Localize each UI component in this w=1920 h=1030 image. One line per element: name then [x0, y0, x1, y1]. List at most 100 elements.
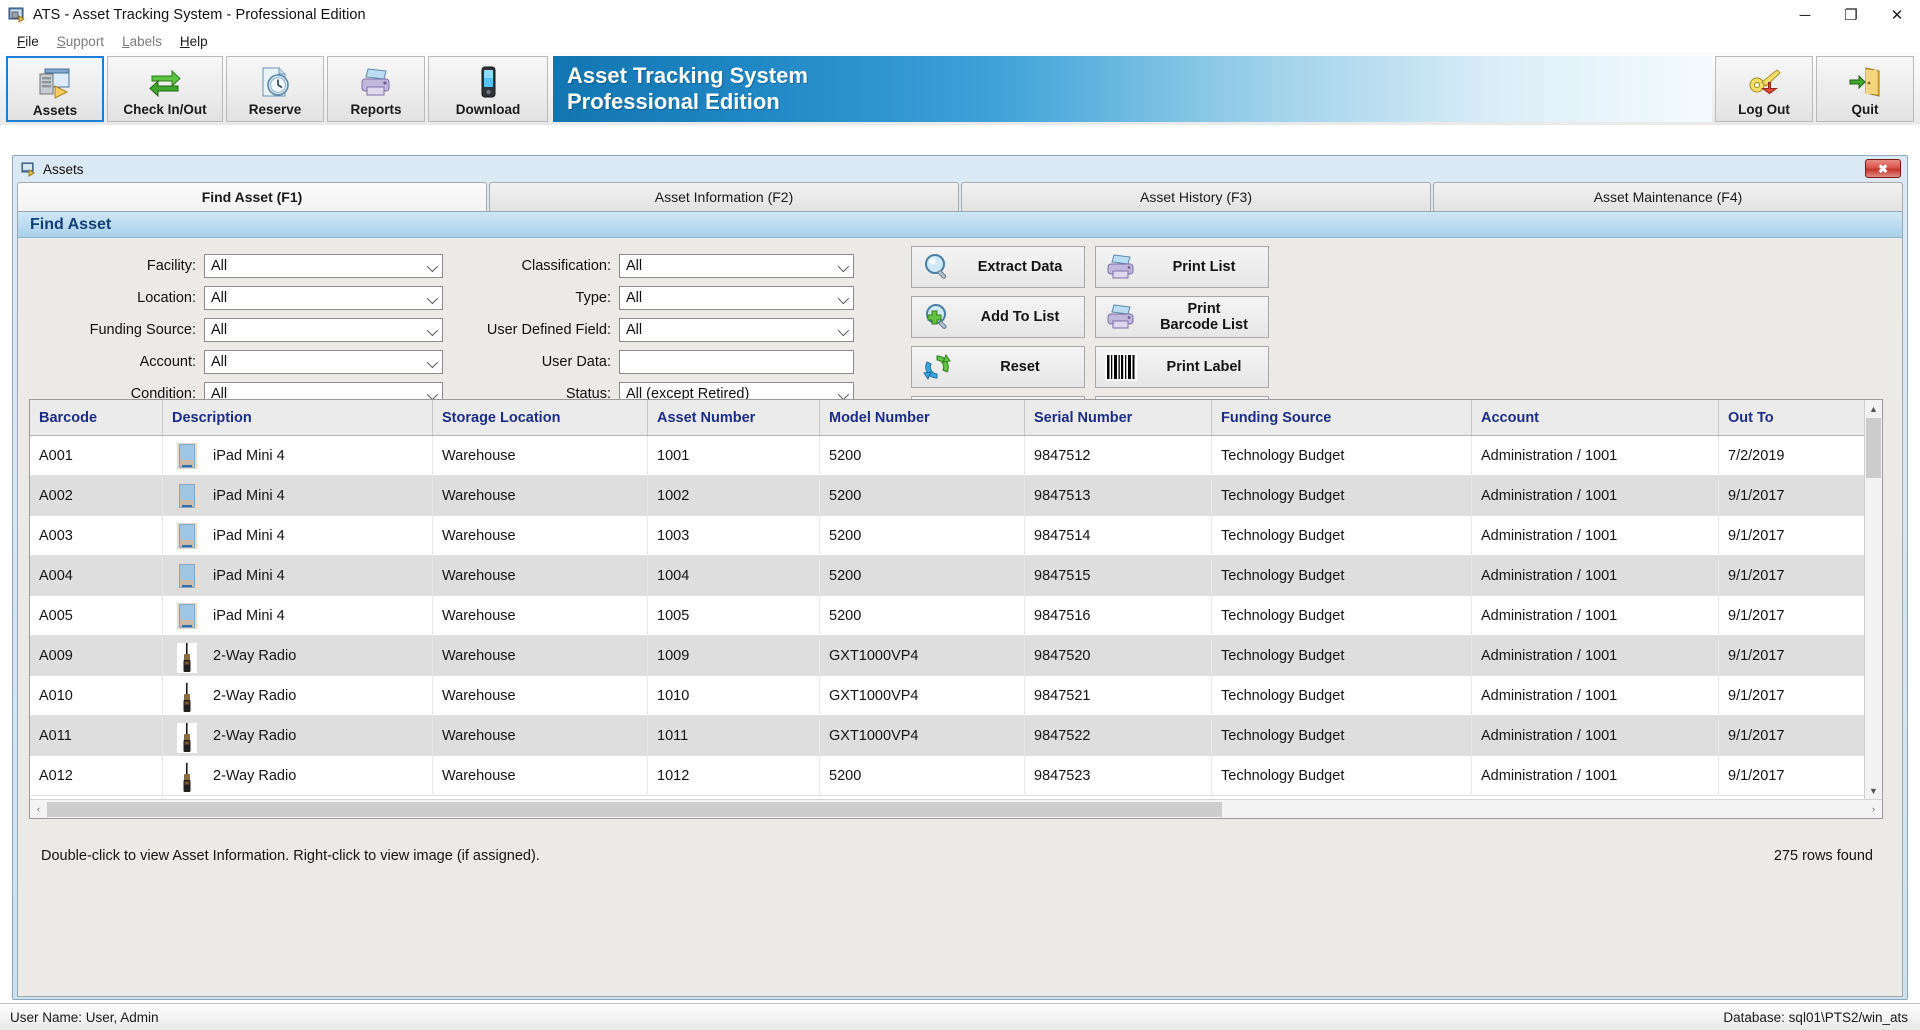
cell-barcode: A004: [30, 556, 163, 595]
tab-asset-history[interactable]: Asset History (F3): [961, 182, 1431, 211]
cell-description: 2-Way Radio: [163, 716, 433, 755]
cell-model: 5200: [820, 756, 1025, 795]
print-list-button[interactable]: Print List: [1095, 246, 1269, 288]
grid-column-header[interactable]: Asset Number: [648, 400, 820, 435]
grid-vertical-scrollbar[interactable]: ▲ ▼: [1864, 400, 1882, 818]
table-row[interactable]: A004iPad Mini 4Warehouse100452009847515T…: [30, 556, 1882, 596]
cell-account: Administration / 1001: [1472, 476, 1719, 515]
find-asset-panel: Find Asset Facility: All Location: All F…: [17, 211, 1903, 997]
cell-storage: Warehouse: [433, 756, 648, 795]
field-type: Type: All: [473, 286, 893, 310]
cell-serial: 9847516: [1025, 596, 1212, 635]
account-select[interactable]: All: [204, 350, 443, 374]
grid-column-header[interactable]: Model Number: [820, 400, 1025, 435]
table-row[interactable]: A0092-Way RadioWarehouse1009GXT1000VP498…: [30, 636, 1882, 676]
line2: Barcode List: [1160, 317, 1248, 333]
grid-column-header[interactable]: Serial Number: [1025, 400, 1212, 435]
extract-data-button[interactable]: Extract Data: [911, 246, 1085, 288]
field-label: User Data:: [473, 354, 619, 370]
cell-account: Administration / 1001: [1472, 556, 1719, 595]
cell-out-to: 7/2/2019: [1719, 436, 1866, 475]
toolbar-button-download[interactable]: Download: [428, 56, 548, 122]
user-data-input[interactable]: [619, 350, 854, 374]
toolbar-button-quit[interactable]: Quit: [1816, 56, 1914, 122]
table-row[interactable]: A003iPad Mini 4Warehouse100352009847514T…: [30, 516, 1882, 556]
cell-asset-number: 1010: [648, 676, 820, 715]
table-row[interactable]: A0112-Way RadioWarehouse1011GXT1000VP498…: [30, 716, 1882, 756]
tab-find-asset[interactable]: Find Asset (F1): [17, 182, 487, 211]
horizontal-scroll-thumb[interactable]: [47, 802, 1222, 817]
toolbar-button-reports[interactable]: Reports: [327, 56, 425, 122]
assets-window-close-button[interactable]: ✖: [1865, 159, 1901, 178]
close-button[interactable]: ✕: [1874, 0, 1920, 30]
print-label-button[interactable]: Print Label: [1095, 346, 1269, 388]
radio-thumb-icon: [177, 723, 197, 749]
assets-window-titlebar: Assets ✖: [13, 156, 1907, 182]
type-select[interactable]: All: [619, 286, 854, 310]
funding-source-select[interactable]: All: [204, 318, 443, 342]
cell-account: Administration / 1001: [1472, 756, 1719, 795]
toolbar-button-log-out[interactable]: Log Out: [1715, 56, 1813, 122]
toolbar-button-assets[interactable]: Assets: [6, 56, 104, 122]
cell-asset-number: 1002: [648, 476, 820, 515]
tab-asset-information[interactable]: Asset Information (F2): [489, 182, 959, 211]
menu-support[interactable]: Support: [48, 32, 113, 51]
grid-column-header[interactable]: Funding Source: [1212, 400, 1472, 435]
field-label: Funding Source:: [18, 322, 204, 338]
grid-column-header[interactable]: Out To: [1719, 400, 1866, 435]
field-user-data: User Data:: [473, 350, 893, 374]
facility-select[interactable]: All: [204, 254, 443, 278]
cell-description: iPad Mini 4: [163, 556, 433, 595]
grid-column-header[interactable]: Description: [163, 400, 433, 435]
table-row[interactable]: A001iPad Mini 4Warehouse100152009847512T…: [30, 436, 1882, 476]
cell-barcode: A001: [30, 436, 163, 475]
vertical-scroll-thumb[interactable]: [1866, 418, 1881, 478]
radio-thumb-icon: [177, 763, 197, 789]
table-row[interactable]: A002iPad Mini 4Warehouse100252009847513T…: [30, 476, 1882, 516]
field-funding-source: Funding Source: All: [18, 318, 458, 342]
user-defined-field-select[interactable]: All: [619, 318, 854, 342]
magnifier-icon: [920, 250, 954, 284]
grid-body: A001iPad Mini 4Warehouse100152009847512T…: [30, 436, 1882, 818]
grid-column-header[interactable]: Account: [1472, 400, 1719, 435]
table-row[interactable]: A0102-Way RadioWarehouse1010GXT1000VP498…: [30, 676, 1882, 716]
button-label: Extract Data: [962, 259, 1084, 275]
menu-labels[interactable]: Labels: [113, 32, 171, 51]
cell-funding: Technology Budget: [1212, 756, 1472, 795]
classification-select[interactable]: All: [619, 254, 854, 278]
grid-column-header[interactable]: Barcode: [30, 400, 163, 435]
minimize-button[interactable]: ─: [1782, 0, 1828, 30]
toolbar-button-check-in-out[interactable]: Check In/Out: [107, 56, 223, 122]
scroll-left-button[interactable]: ‹: [30, 801, 47, 818]
scroll-right-button[interactable]: ›: [1865, 801, 1882, 818]
grid-horizontal-scrollbar[interactable]: ‹ ›: [30, 799, 1882, 818]
scroll-down-button[interactable]: ▼: [1865, 782, 1882, 799]
scroll-up-button[interactable]: ▲: [1865, 400, 1882, 417]
field-location: Location: All: [18, 286, 458, 310]
add-to-list-button[interactable]: Add To List: [911, 296, 1085, 338]
menu-help[interactable]: Help: [171, 32, 217, 51]
cell-text: 2-Way Radio: [213, 768, 296, 784]
title-bar: ATS - Asset Tracking System - Profession…: [0, 0, 1920, 30]
table-row[interactable]: A005iPad Mini 4Warehouse100552009847516T…: [30, 596, 1882, 636]
clock-document-icon: [258, 64, 292, 100]
tablet-thumb-icon: [177, 563, 197, 589]
grid-column-header[interactable]: Storage Location: [433, 400, 648, 435]
cell-serial: 9847521: [1025, 676, 1212, 715]
print-barcode-list-button[interactable]: PrintBarcode List: [1095, 296, 1269, 338]
cell-asset-number: 1005: [648, 596, 820, 635]
cell-account: Administration / 1001: [1472, 516, 1719, 555]
button-label: Print Label: [1146, 359, 1268, 375]
tab-asset-maintenance[interactable]: Asset Maintenance (F4): [1433, 182, 1903, 211]
location-select[interactable]: All: [204, 286, 443, 310]
toolbar-button-reserve[interactable]: Reserve: [226, 56, 324, 122]
window-controls: ─ ❐ ✕: [1782, 0, 1920, 30]
table-row[interactable]: A0122-Way RadioWarehouse101252009847523T…: [30, 756, 1882, 796]
cell-barcode: A012: [30, 756, 163, 795]
restore-button[interactable]: ❐: [1828, 0, 1874, 30]
menu-file[interactable]: File: [8, 32, 48, 51]
horizontal-scroll-track[interactable]: [47, 802, 1865, 817]
reset-button[interactable]: Reset: [911, 346, 1085, 388]
field-label: Classification:: [473, 258, 619, 274]
cell-asset-number: 1012: [648, 756, 820, 795]
